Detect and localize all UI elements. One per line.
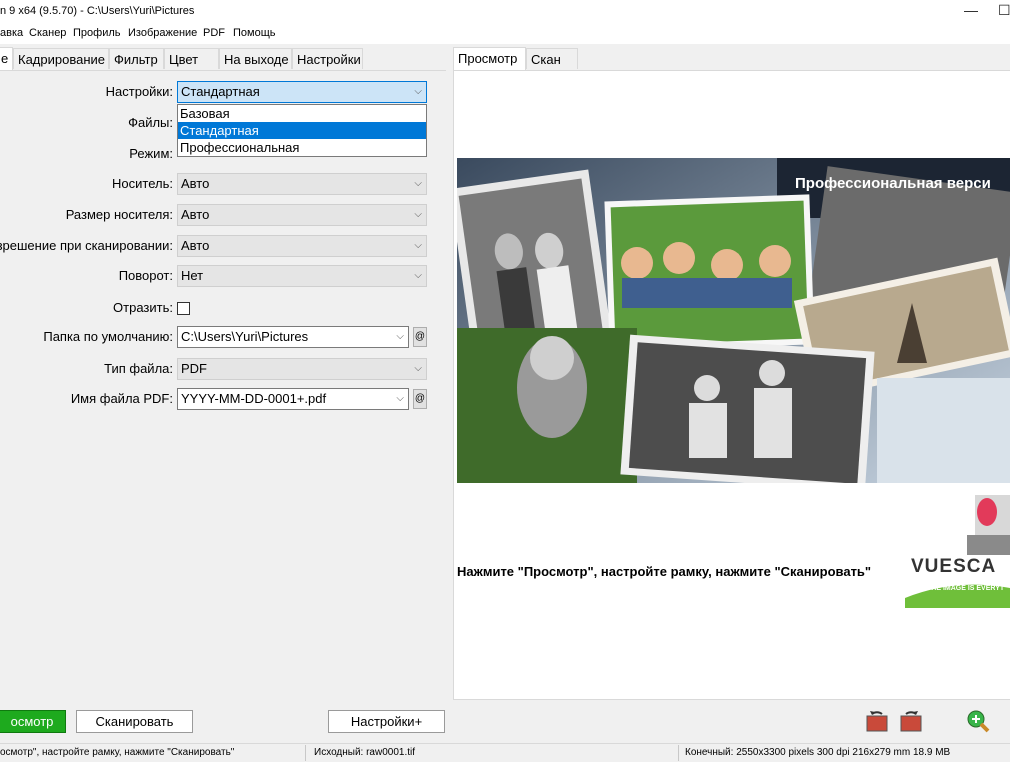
pdf-name-label: Имя файла PDF: [70, 391, 173, 406]
title-bar: n 9 x64 (9.5.70) - C:\Users\Yuri\Picture… [0, 0, 1010, 24]
chevron-down-icon: ⌵ [414, 209, 422, 220]
option-professional[interactable]: Профессиональная [178, 139, 426, 156]
pdf-name-row: Имя файла PDF: YYYY-MM-DD-0001+.pdf ⌵ @ [0, 388, 446, 410]
rotate-right-icon[interactable] [898, 708, 924, 734]
photo-collage-graphic [457, 158, 1010, 483]
zoom-in-icon[interactable] [965, 708, 991, 734]
maximize-icon[interactable]: ☐ [998, 2, 1010, 19]
default-folder-label: Папка по умолчанию: [43, 329, 173, 344]
menu-bar: авка Сканер Профиль Изображение PDF Помо… [0, 24, 1010, 44]
minimize-icon[interactable]: — [964, 2, 978, 18]
status-source: Исходный: raw0001.tif [314, 747, 416, 758]
default-folder-row: Папка по умолчанию: C:\Users\Yuri\Pictur… [0, 326, 446, 348]
media-row: Носитель: Авто ⌵ [0, 173, 446, 195]
rotation-row: Поворот: Нет ⌵ [0, 265, 446, 287]
file-type-value: PDF [181, 361, 207, 376]
tab-input[interactable]: е [0, 47, 13, 70]
scanner-logo-icon [905, 495, 1010, 608]
settings-value: Стандартная [181, 84, 260, 99]
settings-row: Настройки: Стандартная ⌵ [0, 81, 446, 103]
scan-resolution-select[interactable]: Авто ⌵ [177, 235, 427, 257]
default-folder-at-button[interactable]: @ [413, 327, 427, 347]
logo-text: VUESCA [911, 556, 997, 577]
mode-label: Режим: [129, 146, 173, 161]
default-folder-value: C:\Users\Yuri\Pictures [181, 329, 309, 344]
chevron-down-icon: ⌵ [396, 331, 404, 342]
default-folder-input[interactable]: C:\Users\Yuri\Pictures ⌵ [177, 326, 409, 348]
vuescan-logo: VUESCA THE IMAGE IS EVERYT [905, 490, 1010, 610]
menu-scanner[interactable]: Сканер [29, 27, 66, 39]
media-label: Носитель: [112, 176, 173, 191]
media-value: Авто [181, 176, 210, 191]
tab-output[interactable]: На выходе [219, 48, 292, 69]
menu-image[interactable]: Изображение [128, 27, 197, 39]
pdf-name-value: YYYY-MM-DD-0001+.pdf [181, 391, 327, 406]
mirror-label: Отразить: [113, 300, 173, 315]
file-type-label: Тип файла: [104, 361, 173, 376]
menu-edit[interactable]: авка [0, 27, 23, 39]
tab-scan[interactable]: Скан [526, 48, 578, 69]
status-separator [678, 745, 679, 761]
chevron-down-icon: ⌵ [414, 178, 422, 189]
status-bar: осмотр", настройте рамку, нажмите "Скани… [0, 743, 1010, 762]
file-type-row: Тип файла: PDF ⌵ [0, 358, 446, 380]
status-output: Конечный: 2550x3300 pixels 300 dpi 216x2… [685, 747, 951, 758]
window-title: n 9 x64 (9.5.70) - C:\Users\Yuri\Picture… [0, 5, 195, 17]
pdf-name-at-button[interactable]: @ [413, 389, 427, 409]
settings-dropdown-list: Базовая Стандартная Профессиональная [177, 104, 427, 157]
chevron-down-icon: ⌵ [414, 240, 422, 251]
tab-filter[interactable]: Фильтр [109, 48, 164, 69]
file-type-select[interactable]: PDF ⌵ [177, 358, 427, 380]
chevron-down-icon: ⌵ [414, 86, 422, 97]
pdf-name-input[interactable]: YYYY-MM-DD-0001+.pdf ⌵ [177, 388, 409, 410]
tab-crop[interactable]: Кадрирование [13, 48, 109, 69]
chevron-down-icon: ⌵ [396, 393, 404, 404]
media-size-label: Размер носителя: [65, 207, 173, 222]
more-settings-button[interactable]: Настройки+ [328, 710, 445, 733]
settings-select[interactable]: Стандартная ⌵ [177, 81, 427, 103]
right-tab-strip: Просмотр Скан [453, 47, 1010, 70]
media-size-select[interactable]: Авто ⌵ [177, 204, 427, 226]
option-standard[interactable]: Стандартная [178, 122, 426, 139]
menu-pdf[interactable]: PDF [203, 27, 225, 39]
tab-preview[interactable]: Просмотр [453, 47, 526, 70]
chevron-down-icon: ⌵ [414, 363, 422, 374]
scan-resolution-label: зрешение при сканировании: [0, 238, 173, 253]
option-basic[interactable]: Базовая [178, 105, 426, 122]
rotation-value: Нет [181, 268, 204, 283]
rotation-label: Поворот: [118, 268, 173, 283]
preview-image[interactable]: Профессиональная верси [457, 158, 1010, 483]
version-banner: Профессиональная верси [795, 175, 991, 192]
tab-color[interactable]: Цвет [164, 48, 219, 69]
media-select[interactable]: Авто ⌵ [177, 173, 427, 195]
logo-tagline: THE IMAGE IS EVERYT [927, 585, 1005, 592]
menu-help[interactable]: Помощь [233, 27, 276, 39]
status-message: осмотр", настройте рамку, нажмите "Скани… [0, 747, 235, 758]
settings-label: Настройки: [105, 84, 173, 99]
rotation-select[interactable]: Нет ⌵ [177, 265, 427, 287]
mirror-row: Отразить: [0, 297, 446, 319]
menu-profile[interactable]: Профиль [73, 27, 121, 39]
scan-resolution-value: Авто [181, 238, 210, 253]
preview-hint: Нажмите "Просмотр", настройте рамку, наж… [457, 564, 872, 579]
preview-button[interactable]: осмотр [0, 710, 66, 733]
tab-settings[interactable]: Настройки [292, 48, 363, 69]
media-size-value: Авто [181, 207, 210, 222]
files-label: Файлы: [128, 115, 173, 130]
chevron-down-icon: ⌵ [414, 270, 422, 281]
rotate-left-icon[interactable] [864, 708, 890, 734]
scan-button[interactable]: Сканировать [76, 710, 193, 733]
scan-resolution-row: зрешение при сканировании: Авто ⌵ [0, 235, 446, 257]
mirror-checkbox[interactable] [177, 302, 190, 315]
media-size-row: Размер носителя: Авто ⌵ [0, 204, 446, 226]
status-separator [305, 745, 306, 761]
left-tab-strip: е Кадрирование Фильтр Цвет На выходе Нас… [0, 47, 446, 70]
